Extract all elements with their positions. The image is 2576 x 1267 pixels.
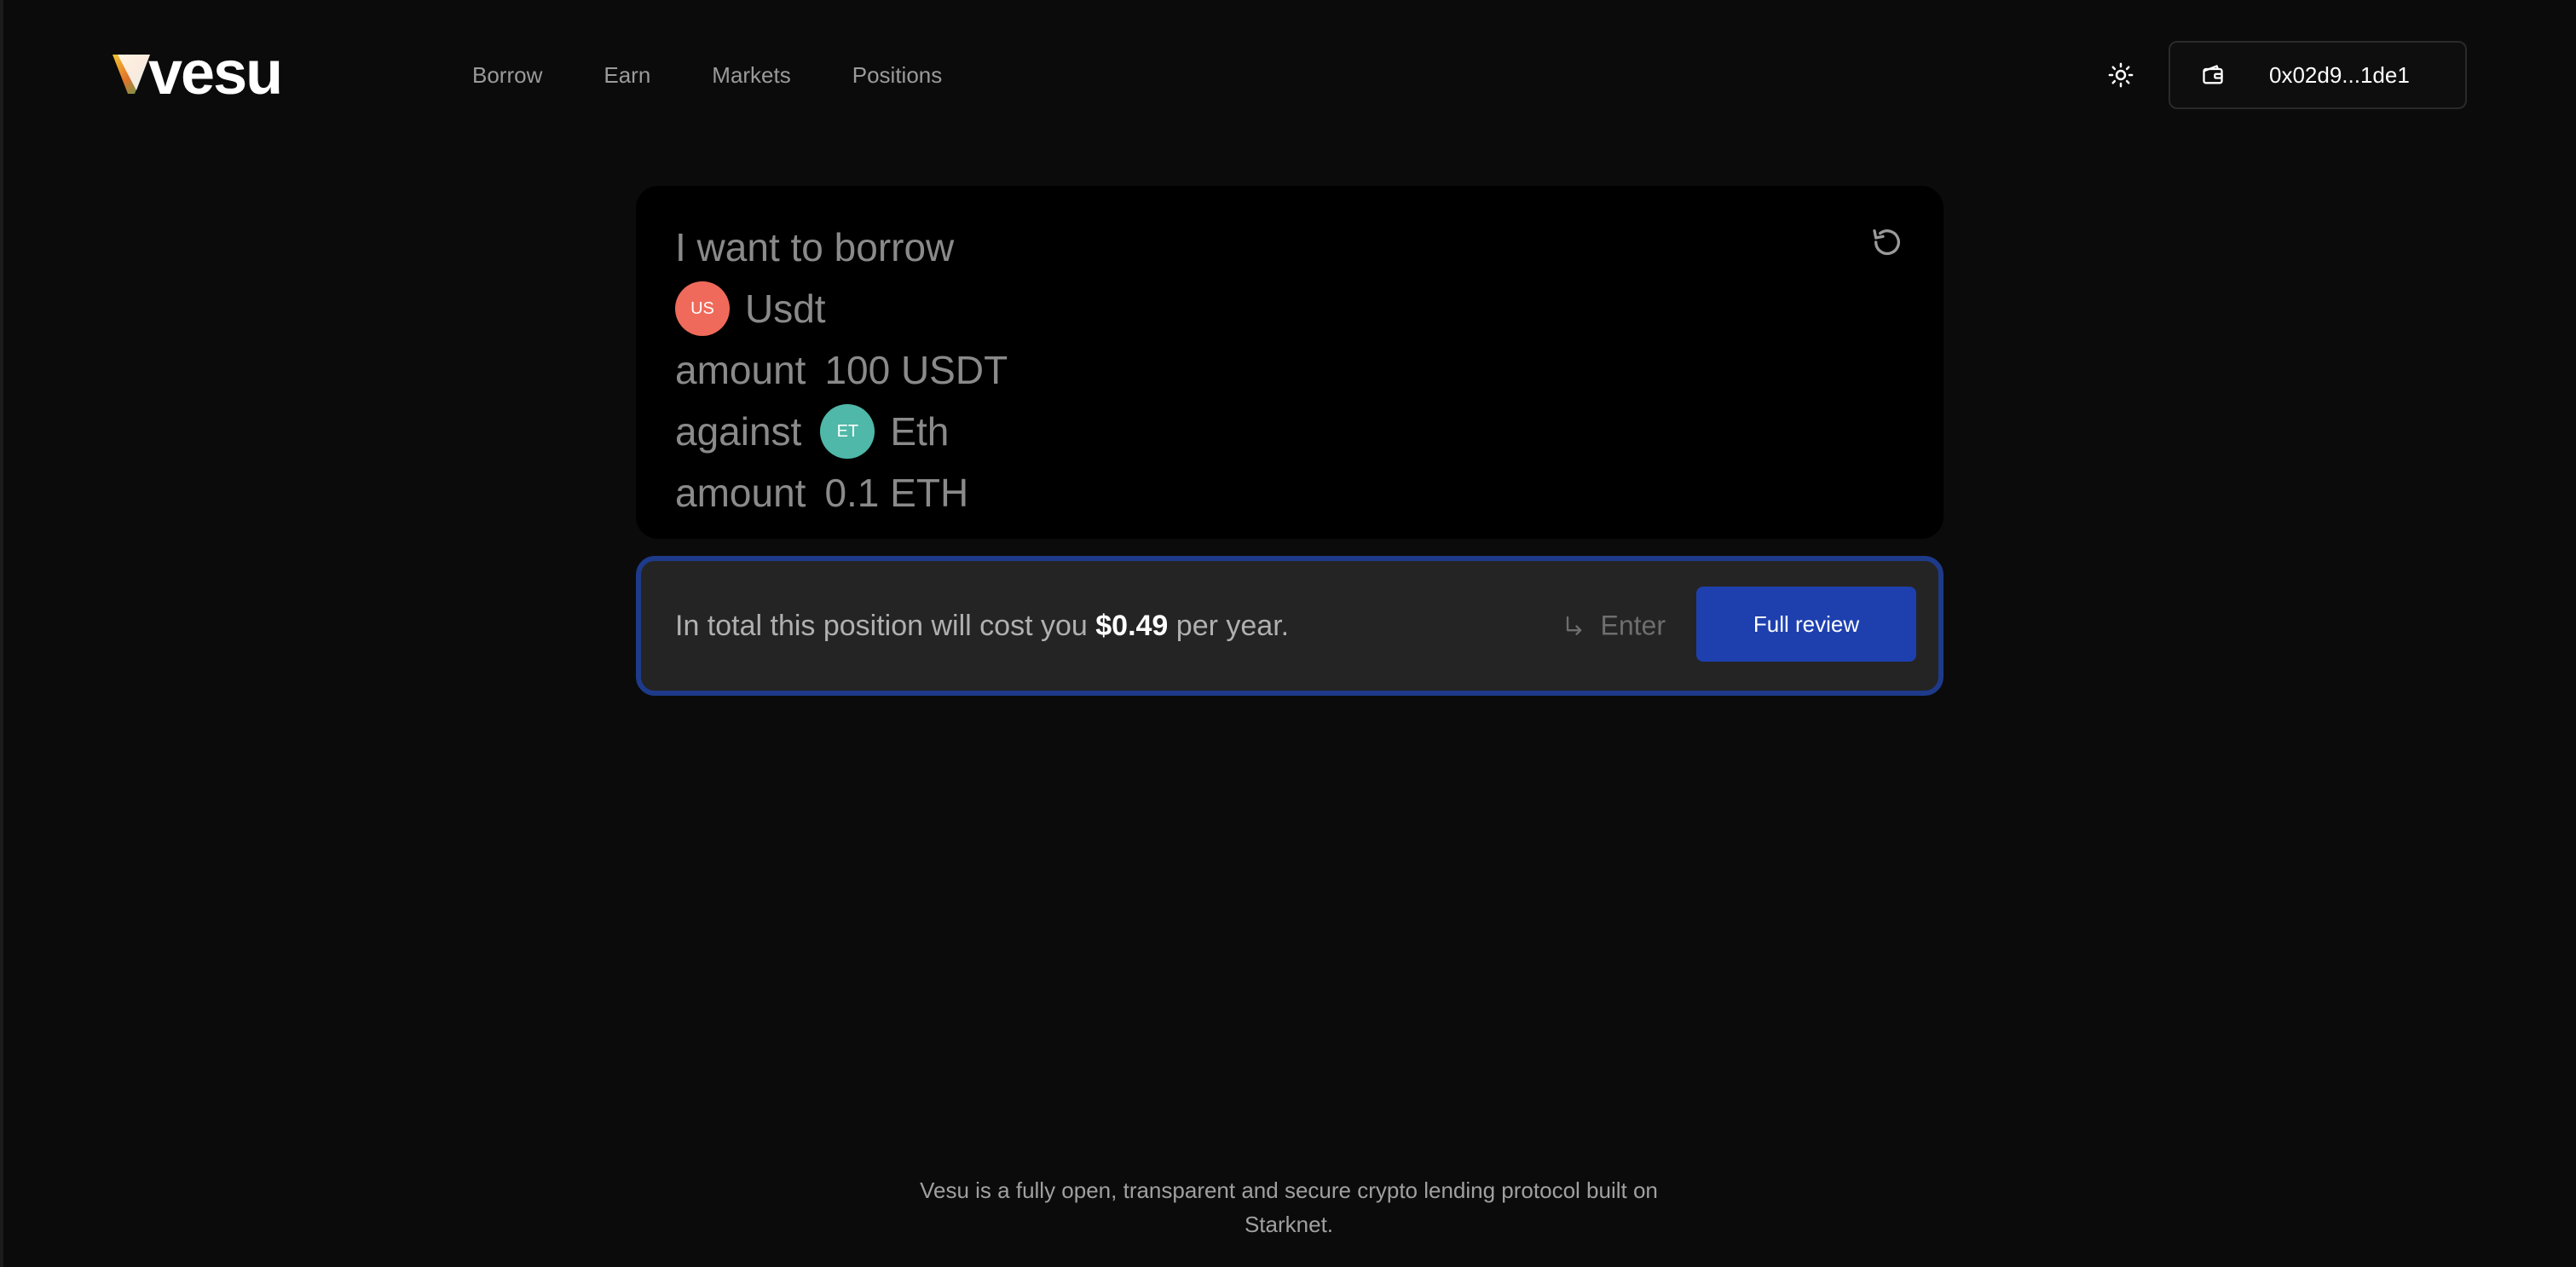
full-review-button[interactable]: Full review [1696,587,1916,662]
collateral-token-name[interactable]: Eth [890,401,949,462]
eth-token-icon[interactable]: ET [820,404,875,459]
wallet-address: 0x02d9...1de1 [2269,61,2410,88]
borrow-intent-card: I want to borrow US Usdt amount 100 USDT… [636,186,1944,539]
cost-summary-text: In total this position will cost you $0.… [675,610,1289,643]
collateral-token-line: against ET Eth [675,401,1904,462]
borrow-intro-line: I want to borrow [675,217,1904,278]
reset-icon[interactable] [1870,225,1904,259]
cost-summary-bar: In total this position will cost you $0.… [636,556,1944,696]
cost-prefix: In total this position will cost you [675,609,1088,642]
borrow-amount-line: amount 100 USDT [675,339,1904,401]
borrow-amount-input[interactable]: 100 USDT [824,339,1008,401]
top-header: vesu Borrow Earn Markets Positions 0x02d… [0,0,2576,150]
cost-suffix: per year. [1175,609,1290,642]
vesu-logo-icon [113,55,150,94]
nav-borrow[interactable]: Borrow [472,58,542,92]
against-label: against [675,409,802,454]
wallet-button[interactable]: 0x02d9...1de1 [2169,41,2467,109]
enter-hint: Enter [1562,610,1666,642]
collateral-amount-input[interactable]: 0.1 ETH [824,462,968,524]
nav-earn[interactable]: Earn [604,58,650,92]
enter-arrow-icon [1562,614,1585,638]
borrow-token-name[interactable]: Usdt [745,278,826,339]
vesu-logo[interactable]: vesu [111,39,283,107]
borrow-intro: I want to borrow [675,225,955,269]
window-edge [0,0,3,1267]
cost-amount: $0.49 [1095,609,1169,642]
wallet-icon [2201,61,2228,89]
amount-label: amount [675,348,806,392]
logo-text: vesu [148,39,283,107]
nav-markets[interactable]: Markets [712,58,790,92]
theme-toggle-button[interactable] [2104,58,2138,92]
sun-icon [2108,62,2134,88]
collateral-amount-line: amount 0.1 ETH [675,462,1904,524]
nav-positions[interactable]: Positions [852,58,943,92]
usdt-token-icon[interactable]: US [675,281,730,336]
main-nav: Borrow Earn Markets Positions [472,58,942,92]
enter-hint-label: Enter [1600,610,1666,641]
collateral-amount-label: amount [675,471,806,515]
footer-description: Vesu is a fully open, transparent and se… [920,1177,1658,1237]
borrow-token-line: US Usdt [675,278,1904,339]
